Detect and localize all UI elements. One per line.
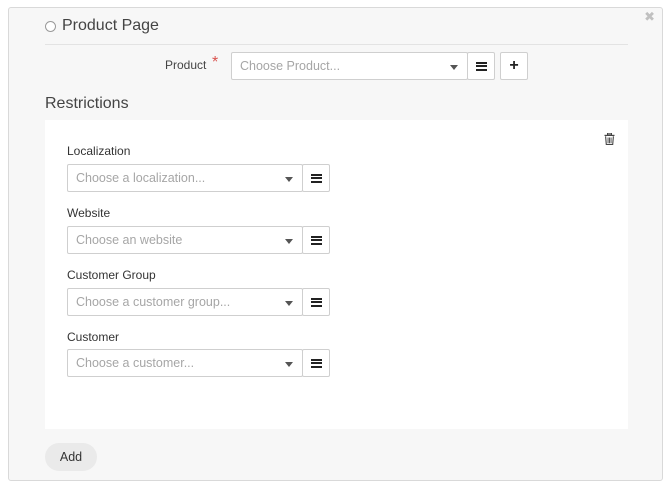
chevron-down-icon [285, 362, 293, 367]
localization-placeholder: Choose a localization... [76, 171, 206, 185]
customer-group-label: Customer Group [67, 268, 156, 282]
chevron-down-icon [285, 301, 293, 306]
website-select[interactable]: Choose an website [67, 226, 303, 254]
chevron-down-icon [285, 239, 293, 244]
add-button[interactable]: Add [45, 443, 97, 471]
website-placeholder: Choose an website [76, 233, 183, 247]
product-select-placeholder: Choose Product... [240, 59, 341, 73]
close-icon[interactable]: ✖ [644, 10, 655, 23]
chevron-down-icon [450, 65, 458, 70]
product-select[interactable]: Choose Product... [231, 52, 468, 80]
customer-group-select[interactable]: Choose a customer group... [67, 288, 303, 316]
required-marker: * [212, 54, 219, 71]
customer-label: Customer [67, 330, 120, 344]
list-icon [310, 358, 322, 368]
chevron-down-icon [285, 177, 293, 182]
list-icon [310, 235, 322, 245]
customer-placeholder: Choose a customer... [76, 356, 195, 370]
customer-group-list-button[interactable] [302, 288, 330, 316]
customer-group-placeholder: Choose a customer group... [76, 295, 231, 309]
product-list-button[interactable] [467, 52, 495, 80]
header-divider [45, 44, 628, 45]
plus-icon: + [509, 57, 519, 74]
website-list-button[interactable] [302, 226, 330, 254]
page-title: Product Page [62, 17, 159, 34]
trash-icon[interactable] [604, 132, 615, 150]
product-page-panel: ✖ Product Page Product * Choose Product.… [8, 7, 663, 481]
customer-list-button[interactable] [302, 349, 330, 377]
website-label: Website [67, 206, 111, 220]
restrictions-title: Restrictions [45, 95, 129, 112]
list-icon [310, 173, 322, 183]
localization-select[interactable]: Choose a localization... [67, 164, 303, 192]
restrictions-card: Localization Choose a localization... We… [45, 120, 628, 429]
list-icon [310, 297, 322, 307]
localization-list-button[interactable] [302, 164, 330, 192]
product-page-radio[interactable] [45, 20, 56, 32]
customer-select[interactable]: Choose a customer... [67, 349, 303, 377]
product-label: Product [165, 58, 207, 72]
list-icon [475, 61, 487, 71]
add-product-button[interactable]: + [500, 52, 528, 80]
panel-header: Product Page [45, 17, 159, 35]
localization-label: Localization [67, 144, 131, 158]
